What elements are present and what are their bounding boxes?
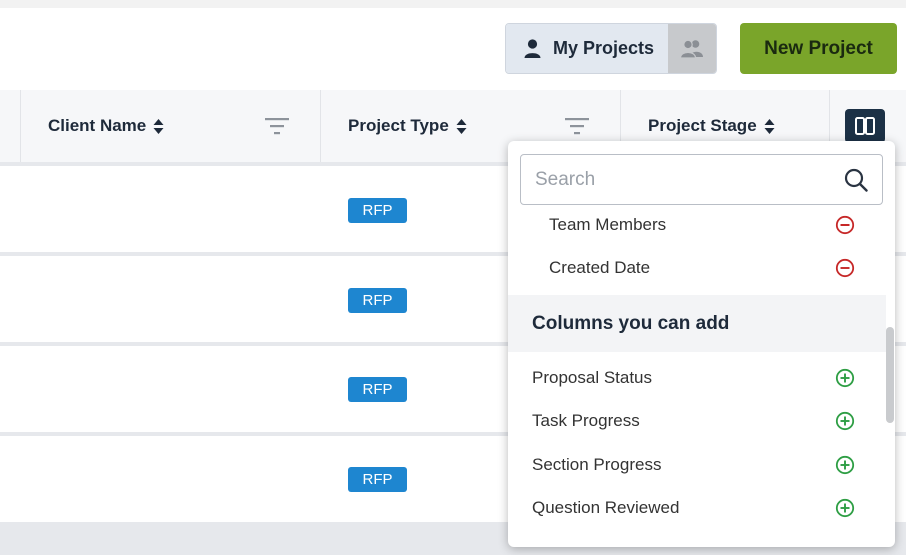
available-column-item: Task Progress — [508, 406, 883, 436]
project-view-toggle: My Projects — [505, 23, 717, 74]
column-search — [520, 154, 883, 205]
current-column-item: Team Members — [508, 210, 883, 240]
remove-circle-icon[interactable] — [835, 258, 855, 278]
search-icon[interactable] — [844, 168, 868, 192]
top-strip — [0, 0, 906, 8]
column-search-input[interactable] — [535, 168, 844, 191]
filter-icon[interactable] — [265, 116, 289, 136]
column-label: Question Reviewed — [532, 498, 680, 517]
column-label: Task Progress — [532, 411, 640, 430]
header-client-name[interactable]: Client Name — [48, 90, 164, 162]
my-projects-label: My Projects — [553, 38, 655, 58]
available-column-item: Section Progress — [508, 450, 883, 480]
project-type-badge: RFP — [348, 377, 407, 402]
users-icon — [680, 39, 703, 58]
header-label: Client Name — [48, 116, 147, 135]
column-label: Created Date — [549, 258, 651, 277]
project-type-badge: RFP — [348, 467, 407, 492]
add-circle-icon[interactable] — [835, 411, 855, 431]
column-label: Team Members — [549, 215, 667, 234]
available-column-item: Question Reviewed — [508, 493, 883, 523]
project-type-badge: RFP — [348, 288, 407, 313]
column-divider — [320, 90, 321, 162]
header-project-type[interactable]: Project Type — [348, 90, 467, 162]
column-picker-panel: Team Members Created Date Columns you ca… — [508, 141, 895, 547]
header-label: Project Type — [348, 116, 449, 135]
team-projects-button[interactable] — [668, 24, 716, 73]
user-icon — [524, 39, 541, 58]
column-label: Proposal Status — [532, 368, 653, 387]
current-column-item: Created Date — [508, 253, 883, 283]
column-settings-button[interactable] — [845, 109, 885, 143]
new-project-button[interactable]: New Project — [740, 23, 897, 74]
columns-icon — [855, 117, 875, 135]
my-projects-button[interactable]: My Projects — [506, 24, 668, 73]
filter-icon[interactable] — [565, 116, 589, 136]
add-circle-icon[interactable] — [835, 498, 855, 518]
column-divider — [20, 90, 21, 162]
scrollbar-thumb[interactable] — [886, 327, 894, 423]
add-circle-icon[interactable] — [835, 455, 855, 475]
sort-icon[interactable] — [153, 118, 164, 135]
remove-circle-icon[interactable] — [835, 215, 855, 235]
header-label: Project Stage — [648, 116, 757, 135]
add-columns-section-title: Columns you can add — [508, 295, 886, 352]
column-label: Section Progress — [532, 455, 662, 474]
available-column-item: Proposal Status — [508, 363, 883, 393]
project-type-badge: RFP — [348, 198, 407, 223]
sort-icon[interactable] — [764, 118, 775, 135]
add-circle-icon[interactable] — [835, 368, 855, 388]
sort-icon[interactable] — [456, 118, 467, 135]
